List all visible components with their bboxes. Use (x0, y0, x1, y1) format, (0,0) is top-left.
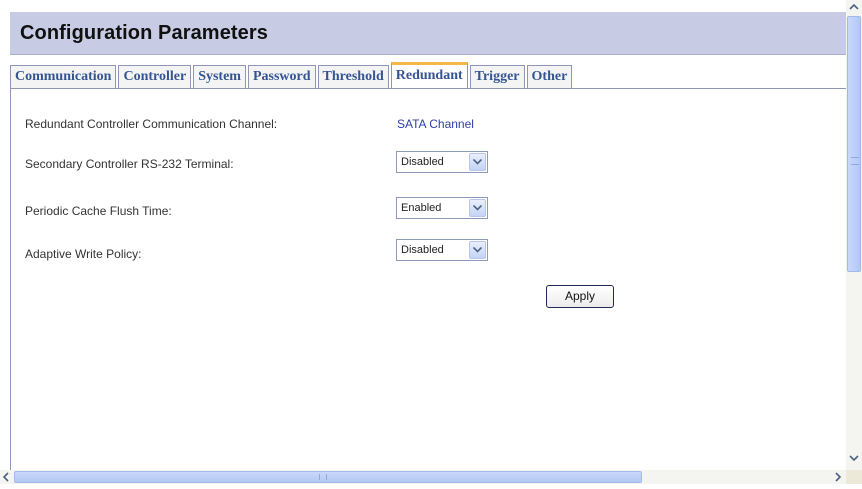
tab-controller[interactable]: Controller (118, 65, 192, 88)
arrow-right-icon[interactable] (830, 470, 844, 484)
rs232-terminal-select[interactable]: Disabled (396, 151, 488, 173)
write-policy-label: Adaptive Write Policy: (25, 247, 142, 261)
arrow-left-icon[interactable] (0, 470, 14, 484)
cache-flush-label: Periodic Cache Flush Time: (25, 204, 172, 218)
cache-flush-select[interactable]: Enabled (396, 197, 488, 219)
tab-bar: Communication Controller System Password… (10, 62, 574, 89)
write-policy-value: Disabled (401, 244, 444, 256)
apply-button[interactable]: Apply (546, 285, 614, 308)
chevron-down-icon[interactable] (469, 153, 486, 171)
tab-communication[interactable]: Communication (10, 65, 117, 88)
tab-redundant[interactable]: Redundant (390, 62, 468, 89)
arrow-down-icon[interactable] (846, 450, 862, 466)
vertical-scrollbar[interactable] (846, 0, 862, 470)
cache-flush-value: Enabled (401, 202, 442, 214)
page-viewport: Configuration Parameters Communication C… (0, 0, 846, 470)
write-policy-select[interactable]: Disabled (396, 239, 488, 261)
chevron-down-icon[interactable] (469, 241, 486, 259)
page-title: Configuration Parameters (20, 22, 269, 44)
tab-other[interactable]: Other (526, 65, 573, 88)
tab-panel-redundant: Redundant Controller Communication Chann… (10, 88, 846, 470)
tab-system[interactable]: System (193, 65, 246, 88)
tab-trigger[interactable]: Trigger (469, 65, 525, 88)
horizontal-scroll-thumb[interactable] (14, 471, 642, 483)
horizontal-scrollbar[interactable] (0, 470, 846, 484)
channel-value: SATA Channel (397, 117, 474, 131)
scrollbar-corner (846, 470, 862, 484)
grip-icon (851, 157, 859, 165)
grip-icon (319, 474, 327, 480)
rs232-terminal-value: Disabled (401, 156, 444, 168)
channel-label: Redundant Controller Communication Chann… (25, 117, 278, 131)
vertical-scroll-thumb[interactable] (847, 16, 861, 272)
rs232-terminal-label: Secondary Controller RS-232 Terminal: (25, 157, 234, 171)
tab-threshold[interactable]: Threshold (317, 65, 389, 88)
tab-password[interactable]: Password (247, 65, 316, 88)
arrow-up-icon[interactable] (846, 0, 862, 16)
title-bar: Configuration Parameters (10, 12, 846, 55)
chevron-down-icon[interactable] (469, 199, 486, 217)
